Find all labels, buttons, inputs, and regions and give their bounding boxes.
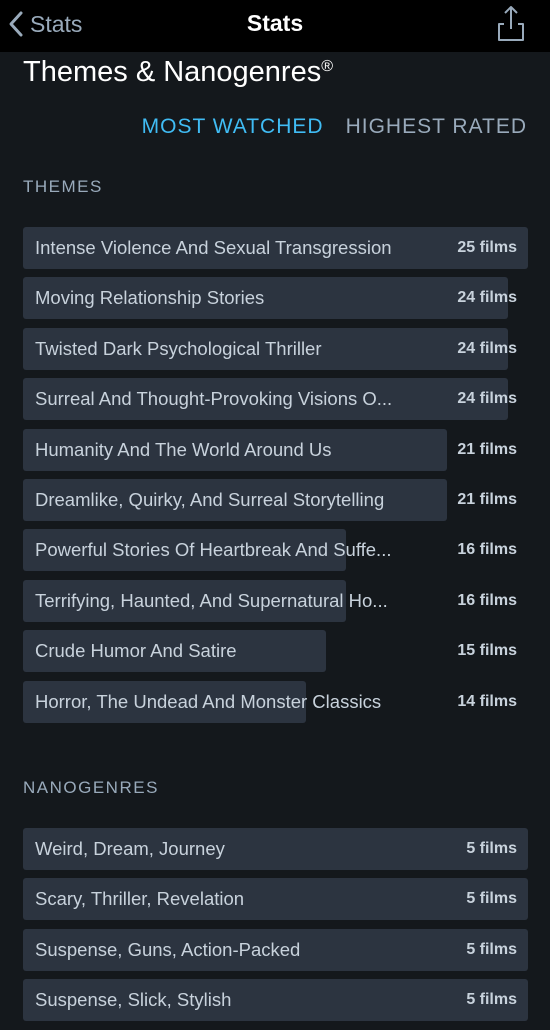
nanogenre-row[interactable]: Suspense, Slick, Stylish 5 films xyxy=(23,979,528,1022)
nanogenre-row[interactable]: Weird, Dream, Journey 5 films xyxy=(23,828,528,870)
theme-row[interactable]: Twisted Dark Psychological Thriller 24 fi… xyxy=(23,327,528,370)
nanogenre-row[interactable]: Scary, Thriller, Revelation 5 films xyxy=(23,878,528,921)
nanogenre-row-label: Scary, Thriller, Revelation xyxy=(35,888,245,910)
theme-row[interactable]: Horror, The Undead And Monster Classics 1… xyxy=(23,680,528,723)
theme-row-label: Horror, The Undead And Monster Classics xyxy=(35,690,382,712)
nanogenre-row-count: 5 films xyxy=(466,940,517,958)
theme-row-count: 16 films xyxy=(457,541,517,559)
themes-heading: THEMES xyxy=(23,177,103,196)
theme-row[interactable]: Crude Humor And Satire 15 films xyxy=(23,630,528,673)
theme-row-label: Dreamlike, Quirky, And Surreal Storytell… xyxy=(35,488,385,510)
nanogenre-row-count: 5 films xyxy=(466,840,517,857)
theme-row-label: Twisted Dark Psychological Thriller xyxy=(35,337,322,359)
nanogenre-row-count: 5 films xyxy=(466,991,517,1009)
page-title: Stats xyxy=(246,10,304,36)
nanogenres-heading: NANOGENRES xyxy=(23,778,159,797)
theme-row-count: 24 films xyxy=(457,390,517,408)
theme-row-count: 14 films xyxy=(457,692,517,710)
section-title-text: Themes & Nanogenres xyxy=(23,56,322,88)
nanogenre-row[interactable]: Suspense, Guns, Action-Packed 5 films xyxy=(23,928,528,971)
nanogenre-row-label: Weird, Dream, Journey xyxy=(35,838,225,859)
tab-highest-rated[interactable]: HIGHEST RATED xyxy=(346,115,527,139)
theme-row-label: Surreal And Thought-Provoking Visions O.… xyxy=(35,388,393,410)
theme-row-count: 25 films xyxy=(457,239,517,256)
theme-row-label: Powerful Stories Of Heartbreak And Suffe… xyxy=(35,539,392,561)
theme-row-count: 24 films xyxy=(457,289,517,307)
theme-row[interactable]: Powerful Stories Of Heartbreak And Suffe… xyxy=(23,529,528,572)
tab-most-watched[interactable]: MOST WATCHED xyxy=(142,115,324,139)
theme-row[interactable]: Terrifying, Haunted, And Supernatural Ho… xyxy=(23,579,528,622)
nanogenre-row-count: 5 films xyxy=(466,890,517,908)
theme-row[interactable]: Surreal And Thought-Provoking Visions O.… xyxy=(23,378,528,421)
theme-row-label: Humanity And The World Around Us xyxy=(35,438,332,460)
theme-row-label: Moving Relationship Stories xyxy=(35,287,265,309)
themes-list: Intense Violence And Sexual Transgressio… xyxy=(23,227,528,731)
nanogenre-row-label: Suspense, Slick, Stylish xyxy=(35,989,232,1011)
nav-bar: Stats Stats xyxy=(0,0,550,52)
theme-row-count: 24 films xyxy=(457,339,517,357)
theme-row-count: 21 films xyxy=(457,490,517,508)
registered-mark: ® xyxy=(321,58,334,75)
theme-row-label: Crude Humor And Satire xyxy=(35,640,237,662)
theme-row[interactable]: Moving Relationship Stories 24 films xyxy=(23,277,528,320)
share-icon xyxy=(498,6,524,41)
theme-row[interactable]: Intense Violence And Sexual Transgressio… xyxy=(23,227,528,269)
theme-row-label: Terrifying, Haunted, And Supernatural Ho… xyxy=(35,589,388,611)
sort-tabs: MOST WATCHED HIGHEST RATED xyxy=(142,115,527,139)
theme-row-count: 16 films xyxy=(457,591,517,609)
theme-row[interactable]: Humanity And The World Around Us 21 films xyxy=(23,428,528,471)
nanogenres-list: Weird, Dream, Journey 5 films Scary, Thril… xyxy=(23,828,528,1030)
theme-row-count: 15 films xyxy=(457,642,517,660)
section-title: Themes & Nanogenres® xyxy=(23,56,333,89)
theme-row-label: Intense Violence And Sexual Transgressio… xyxy=(35,237,392,258)
theme-row[interactable]: Dreamlike, Quirky, And Surreal Storytell… xyxy=(23,478,528,521)
theme-row-count: 21 films xyxy=(457,440,517,458)
nanogenre-row-label: Suspense, Guns, Action-Packed xyxy=(35,938,301,960)
share-button[interactable] xyxy=(496,4,526,42)
